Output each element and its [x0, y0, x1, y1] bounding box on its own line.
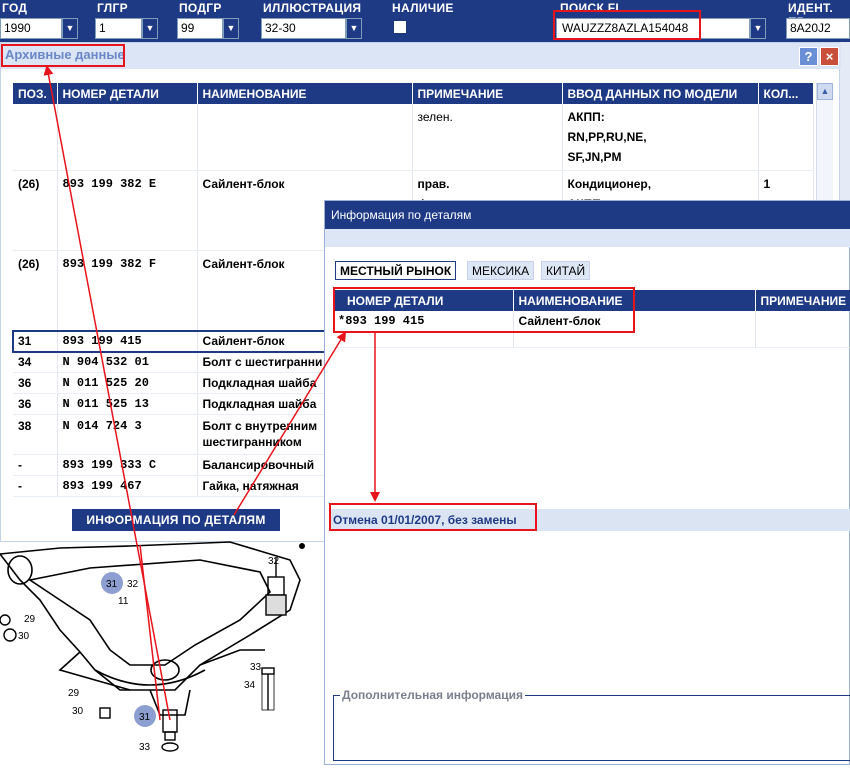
col-note[interactable]: ПРИМЕЧАНИЕ — [412, 83, 563, 104]
year-dropdown-icon[interactable]: ▼ — [62, 18, 78, 39]
details-title: Информация по деталям — [331, 208, 472, 222]
cell-pos: 36 — [13, 393, 58, 415]
details-info-button[interactable]: ИНФОРМАЦИЯ ПО ДЕТАЛЯМ — [72, 509, 280, 531]
callout-label: 33 — [250, 662, 262, 673]
subgroup-dropdown-icon[interactable]: ▼ — [223, 18, 239, 39]
col-part-number[interactable]: НОМЕР ДЕТАЛИ — [57, 83, 198, 104]
col-part-number[interactable]: НОМЕР ДЕТАЛИ — [333, 290, 514, 311]
cell-part-number: 893 199 382 F — [57, 250, 198, 331]
col-pos[interactable]: ПОЗ. — [13, 83, 58, 104]
model-line: SF,JN,PM — [567, 150, 622, 164]
callout-label: 32 — [268, 556, 280, 567]
col-qty[interactable]: КОЛ... — [758, 83, 814, 104]
callout-label: 31 — [139, 712, 151, 723]
cell-pos: 38 — [13, 414, 58, 455]
subgroup-select[interactable]: 99 — [177, 18, 223, 39]
details-header-row: НОМЕР ДЕТАЛИ НАИМЕНОВАНИЕ ПРИМЕЧАНИЕ — [333, 290, 850, 311]
cell-qty — [758, 104, 814, 171]
cell-part-number: N 904 532 01 — [57, 351, 198, 373]
col-name[interactable]: НАИМЕНОВАНИЕ — [513, 290, 756, 311]
help-icon[interactable]: ? — [799, 47, 818, 66]
callout-label: 11 — [118, 596, 129, 607]
cell-part-number: *893 199 415 — [333, 311, 514, 348]
callout-label: 30 — [72, 706, 84, 717]
details-title-bar: Информация по деталям — [325, 201, 850, 229]
cell-part-number: 893 199 333 C — [57, 454, 198, 476]
cell-part-number: N 011 525 20 — [57, 372, 198, 394]
callout-label: 30 — [18, 631, 30, 642]
subframe-illustration: 31 32 11 32 29 30 33 34 29 30 31 33 — [0, 541, 305, 753]
callout-label: 32 — [127, 579, 139, 590]
model-line: Кондиционер, — [567, 177, 652, 191]
tab-mexico[interactable]: МЕКСИКА — [467, 261, 535, 280]
supersession-bar: Отмена 01/01/2007, без замены — [329, 509, 850, 531]
cell-part-number — [57, 104, 198, 171]
cell-part-number: 893 199 467 — [57, 475, 198, 497]
additional-info-box: Дополнительная информация — [333, 688, 850, 761]
scroll-up-icon[interactable]: ▲ — [817, 83, 833, 100]
callout-label: 34 — [244, 680, 256, 691]
cell-pos: 34 — [13, 351, 58, 373]
details-toolbar — [325, 229, 850, 247]
cell-pos: (26) — [13, 170, 58, 251]
availability-label: НАЛИЧИЕ — [392, 1, 454, 15]
filter-bar: ГОД 1990 ▼ ГЛГР 1 ▼ ПОДГР 99 ▼ ИЛЛЮСТРАЦ… — [0, 0, 850, 42]
cell-note: зелен. — [412, 104, 563, 171]
col-note[interactable]: ПРИМЕЧАНИЕ — [755, 290, 850, 311]
table-row[interactable]: зелен. АКПП: RN,PP,RU,NE, SF,JN,PM — [13, 104, 814, 171]
cell-pos — [13, 104, 58, 171]
close-icon[interactable]: × — [820, 47, 839, 66]
year-label: ГОД — [2, 1, 28, 15]
search-label: ПОИСК FI — [560, 1, 619, 15]
year-select[interactable]: 1990 — [0, 18, 62, 39]
availability-checkbox[interactable] — [393, 20, 407, 34]
cell-part-number: 893 199 382 E — [57, 170, 198, 251]
supersession-notice: Отмена 01/01/2007, без замены — [333, 513, 517, 527]
model-line: АКПП: — [567, 110, 605, 124]
archive-header-row: ПОЗ. НОМЕР ДЕТАЛИ НАИМЕНОВАНИЕ ПРИМЕЧАНИ… — [13, 83, 814, 104]
cell-pos: 31 — [13, 330, 58, 352]
cell-pos: - — [13, 475, 58, 497]
illustration-select[interactable]: 32-30 — [261, 18, 346, 39]
ident-field[interactable]: 8A20J2 — [786, 18, 850, 39]
tab-china[interactable]: КИТАЙ — [541, 261, 591, 280]
subgroup-label: ПОДГР — [179, 1, 222, 15]
illustration-dropdown-icon[interactable]: ▼ — [346, 18, 362, 39]
cell-note — [755, 311, 850, 348]
parts-diagram: 31 32 11 32 29 30 33 34 29 30 31 33 — [0, 540, 330, 765]
details-parts-table: НОМЕР ДЕТАЛИ НАИМЕНОВАНИЕ ПРИМЕЧАНИЕ *89… — [333, 290, 850, 348]
search-input[interactable]: WAUZZZ8AZLA154048 — [556, 18, 750, 39]
col-name[interactable]: НАИМЕНОВАНИЕ — [197, 83, 413, 104]
col-model-data[interactable]: ВВОД ДАННЫХ ПО МОДЕЛИ — [562, 83, 759, 104]
callout-label: 29 — [68, 688, 80, 699]
cell-name — [197, 104, 413, 171]
table-row[interactable]: *893 199 415 Сайлент-блок — [333, 311, 850, 348]
cell-pos: 36 — [13, 372, 58, 394]
details-window: Информация по деталям МЕСТНЫЙ РЫНОК МЕКС… — [324, 200, 850, 765]
group-select[interactable]: 1 — [95, 18, 142, 39]
cell-name: Сайлент-блок — [513, 311, 756, 348]
cell-part-number: N 014 724 3 — [57, 414, 198, 455]
archive-title-bar — [1, 43, 841, 69]
callout-label: 33 — [139, 742, 151, 753]
archive-title: Архивные данные — [5, 47, 125, 62]
additional-info-title: Дополнительная информация — [340, 688, 525, 702]
search-dropdown-icon[interactable]: ▼ — [750, 18, 766, 39]
cell-pos: - — [13, 454, 58, 476]
group-dropdown-icon[interactable]: ▼ — [142, 18, 158, 39]
group-label: ГЛГР — [97, 1, 128, 15]
callout-label: 29 — [24, 614, 36, 625]
model-line: RN,PP,RU,NE, — [567, 130, 647, 144]
callout-label: 31 — [106, 579, 118, 590]
illustration-label: ИЛЛЮСТРАЦИЯ — [263, 1, 362, 15]
cell-pos: (26) — [13, 250, 58, 331]
cell-part-number: N 011 525 13 — [57, 393, 198, 415]
cell-part-number: 893 199 415 — [57, 330, 198, 352]
cell-model-data: АКПП: RN,PP,RU,NE, SF,JN,PM — [562, 104, 759, 171]
tab-local-market[interactable]: МЕСТНЫЙ РЫНОК — [335, 261, 457, 280]
